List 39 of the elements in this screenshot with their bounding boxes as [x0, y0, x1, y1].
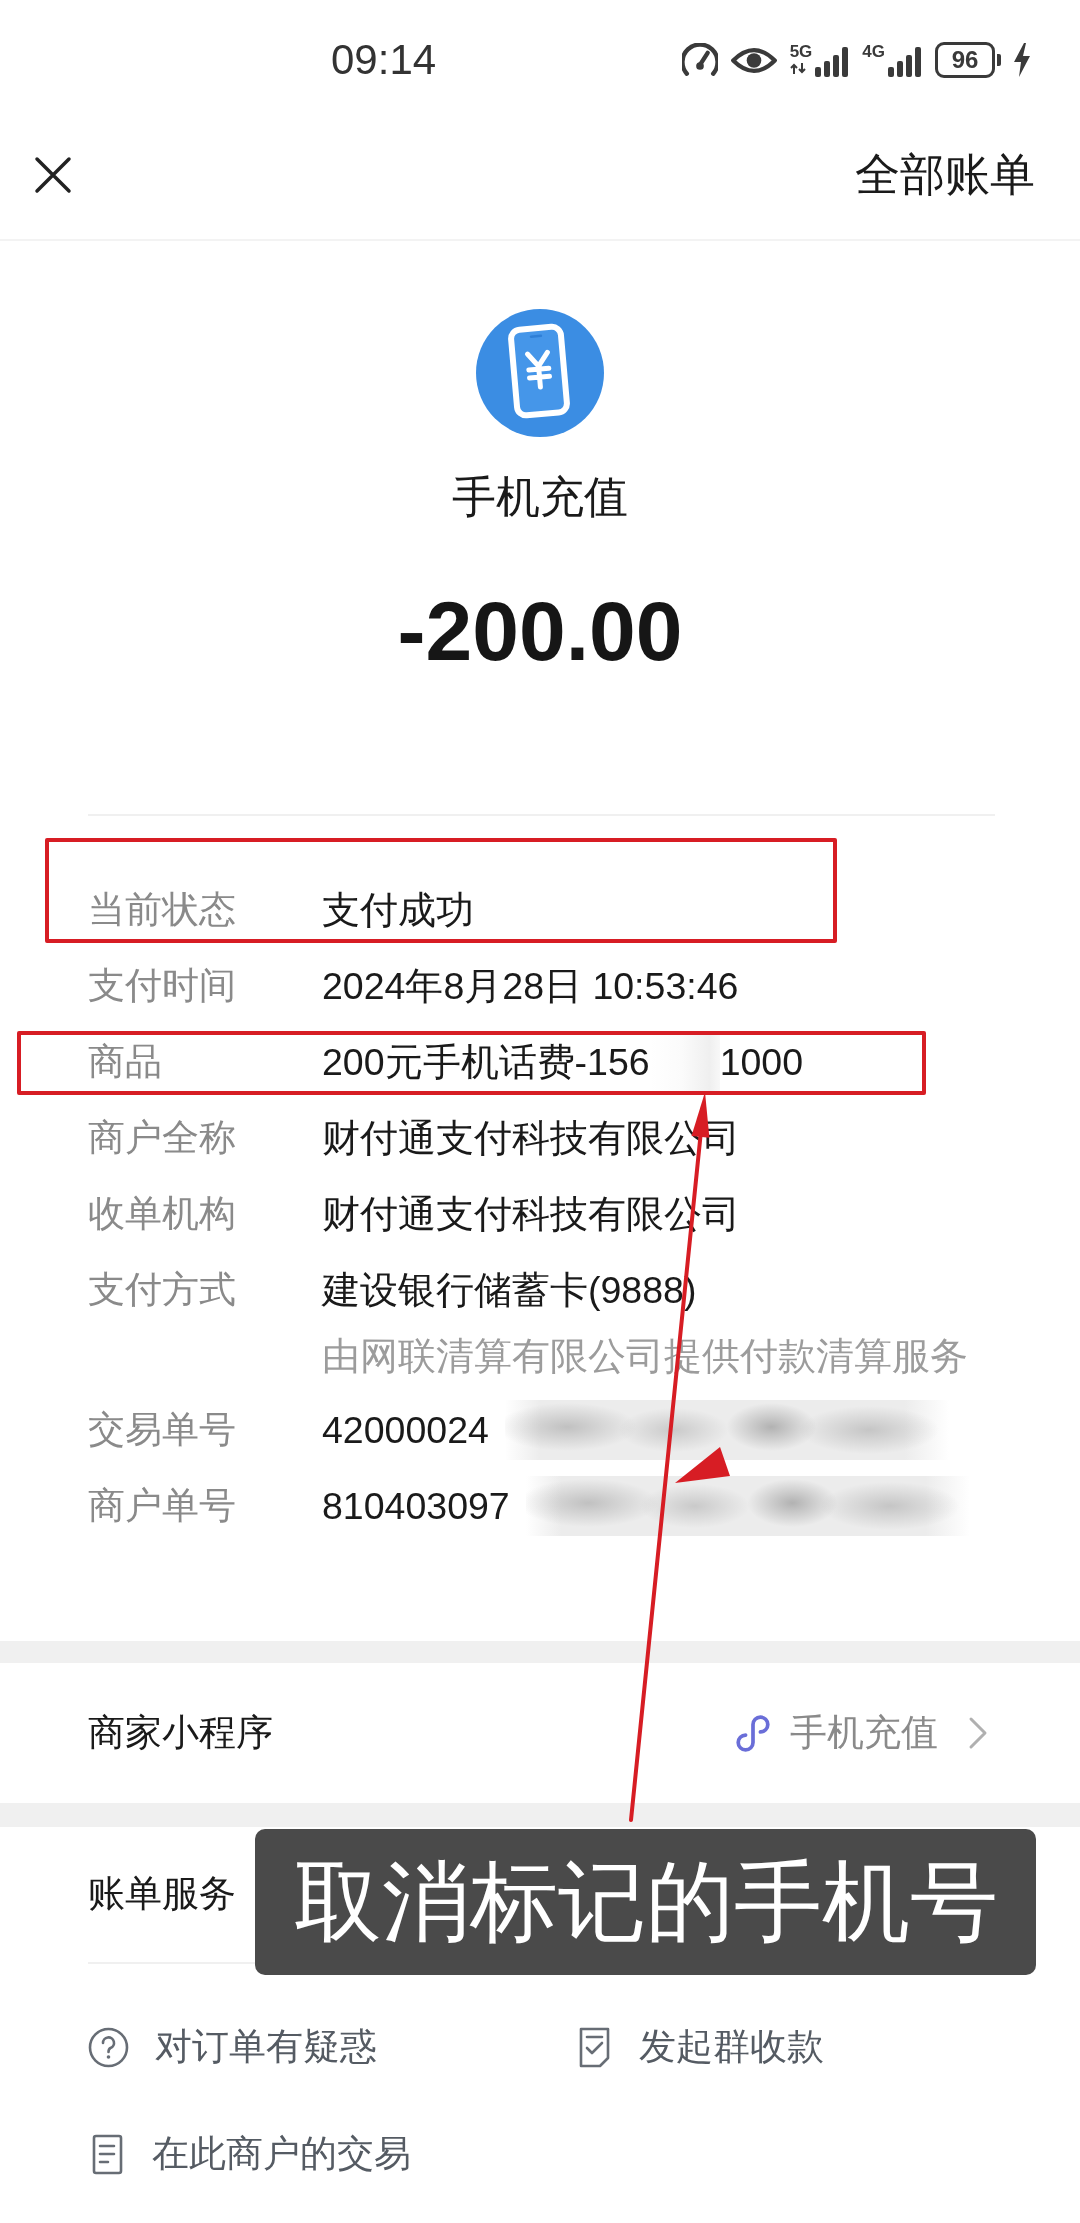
detail-value: 42000024: [322, 1407, 489, 1453]
detail-value: 支付成功: [322, 887, 474, 933]
network-type-label: 4G: [862, 43, 885, 60]
detail-label: 交易单号: [88, 1407, 237, 1452]
question-circle-icon: [88, 2026, 129, 2068]
checklist-document-icon: [579, 2026, 610, 2068]
eye-icon: [730, 47, 777, 73]
detail-label: 商户全称: [88, 1115, 237, 1160]
detail-value: 200元手机话费-156: [322, 1039, 650, 1085]
status-time: 09:14: [331, 39, 437, 81]
detail-label: 商品: [88, 1039, 163, 1084]
all-bills-link[interactable]: 全部账单: [855, 147, 1035, 202]
phone-recharge-icon: [476, 309, 604, 437]
service-action-link[interactable]: 发起群收款: [575, 2017, 824, 2077]
mini-program-icon: [736, 1714, 770, 1752]
section-label: 商家小程序: [88, 1710, 273, 1755]
mini-program-link[interactable]: 手机充值: [736, 1708, 988, 1758]
arrowhead-icon: [675, 1447, 730, 1483]
detail-label: 当前状态: [88, 887, 237, 932]
detail-label: 支付方式: [88, 1267, 237, 1312]
chevron-right-icon: [968, 1716, 988, 1750]
detail-value: 810403097: [322, 1483, 510, 1529]
speedometer-icon: [681, 43, 718, 77]
detail-value: 1000: [719, 1039, 804, 1085]
detail-label: 商户单号: [88, 1483, 237, 1528]
network-type-label: 5G: [789, 43, 813, 60]
battery-indicator: 96: [935, 42, 1001, 78]
section-label: 账单服务: [88, 1872, 236, 1917]
service-action-link[interactable]: 对订单有疑惑: [88, 2017, 377, 2077]
annotation-caption: 取消标记的手机号: [255, 1829, 1036, 1975]
detail-value: 2024年8月28日 10:53:46: [322, 963, 739, 1009]
detail-label: 收单机构: [88, 1191, 237, 1236]
detail-label: 支付时间: [88, 963, 237, 1008]
amount-text: -200.00: [397, 583, 683, 679]
service-action-link[interactable]: 在此商户的交易: [88, 2124, 411, 2184]
close-icon[interactable]: [34, 155, 72, 194]
merchant-title: 手机充值: [452, 471, 628, 523]
document-icon: [92, 2133, 123, 2175]
signal-icon: [815, 47, 850, 77]
